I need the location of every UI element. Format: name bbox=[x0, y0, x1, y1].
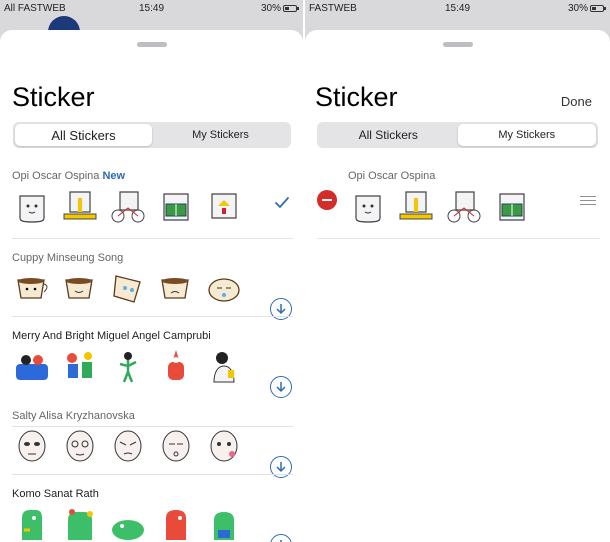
tab-all-stickers[interactable]: All Stickers bbox=[15, 124, 152, 146]
page-title: Sticker bbox=[315, 82, 398, 112]
sticker-komo-5[interactable] bbox=[204, 504, 244, 542]
sticker-row bbox=[12, 186, 244, 226]
new-badge: New bbox=[102, 170, 126, 182]
download-circle-icon[interactable] bbox=[270, 376, 292, 398]
sticker-cuppy-happy[interactable] bbox=[12, 268, 52, 308]
sticker-merry-hug[interactable] bbox=[12, 346, 52, 386]
sticker-merry-woman[interactable] bbox=[204, 346, 244, 386]
battery-icon bbox=[590, 5, 606, 12]
pack-name: Opi Oscar Ospina bbox=[12, 170, 100, 182]
pack-title: Komo Sanat Rath bbox=[12, 488, 99, 500]
sticker-cuppy-tired[interactable] bbox=[204, 268, 244, 308]
divider bbox=[317, 238, 600, 239]
battery-indicator: 30% bbox=[260, 3, 299, 14]
divider bbox=[12, 316, 293, 317]
sticker-row bbox=[12, 426, 244, 466]
sticker-row bbox=[348, 186, 532, 226]
page-title: Sticker bbox=[12, 82, 95, 112]
sticker-row bbox=[12, 504, 244, 542]
sticker-opi-cup[interactable] bbox=[12, 186, 52, 226]
sticker-merry-dance[interactable] bbox=[108, 346, 148, 386]
checkmark-icon[interactable] bbox=[273, 194, 291, 212]
divider bbox=[12, 474, 293, 475]
sticker-cuppy-smile[interactable] bbox=[60, 268, 100, 308]
pack-title: Cuppy Minseung Song bbox=[12, 252, 124, 264]
sticker-row bbox=[12, 346, 244, 386]
sticker-salty-5[interactable] bbox=[204, 426, 244, 466]
status-bar: FASTWEB 15:49 30% bbox=[305, 0, 610, 18]
sticker-salty-1[interactable] bbox=[12, 426, 52, 466]
right-screen: FASTWEB 15:49 30% Sticker Done All Stick… bbox=[305, 0, 610, 542]
sheet-grabber[interactable] bbox=[442, 42, 473, 47]
done-button[interactable]: Done bbox=[561, 94, 592, 109]
clock: 15:49 bbox=[138, 3, 165, 14]
sticker-salty-2[interactable] bbox=[60, 426, 100, 466]
battery-icon bbox=[283, 5, 299, 12]
tab-my-stickers[interactable]: My Stickers bbox=[457, 124, 596, 146]
pack-title: Opi Oscar Ospina New bbox=[12, 170, 125, 182]
sticker-opi-book[interactable] bbox=[492, 186, 532, 226]
sticker-salty-3[interactable] bbox=[108, 426, 148, 466]
pack-title: Salty Alisa Kryzhanovska bbox=[12, 410, 135, 422]
battery-indicator: 30% bbox=[567, 3, 606, 14]
sticker-merry-red[interactable] bbox=[156, 346, 196, 386]
sticker-komo-3[interactable] bbox=[108, 504, 148, 542]
tab-my-stickers[interactable]: My Stickers bbox=[152, 124, 289, 146]
sheet-grabber[interactable] bbox=[136, 42, 167, 47]
sticker-sheet: Sticker Done All Stickers My Stickers Op… bbox=[305, 30, 610, 542]
sticker-opi-bike[interactable] bbox=[108, 186, 148, 226]
left-screen: All FASTWEB 15:49 30% Sticker All Sticke… bbox=[0, 0, 303, 542]
status-bar: All FASTWEB 15:49 30% bbox=[0, 0, 303, 18]
battery-percent: 30% bbox=[260, 3, 281, 14]
sticker-opi-book[interactable] bbox=[156, 186, 196, 226]
sticker-opi-cake[interactable] bbox=[204, 186, 244, 226]
sticker-row bbox=[12, 268, 244, 308]
sticker-salty-4[interactable] bbox=[156, 426, 196, 466]
sticker-cuppy-sad[interactable] bbox=[156, 268, 196, 308]
sticker-komo-4[interactable] bbox=[156, 504, 196, 542]
sticker-merry-party[interactable] bbox=[60, 346, 100, 386]
tab-all-stickers[interactable]: All Stickers bbox=[319, 124, 458, 146]
segmented-control: All Stickers My Stickers bbox=[13, 122, 291, 148]
segmented-control: All Stickers My Stickers bbox=[317, 122, 598, 148]
sticker-komo-2[interactable] bbox=[60, 504, 100, 542]
remove-circle-icon[interactable] bbox=[317, 190, 337, 210]
sticker-opi-tray[interactable] bbox=[396, 186, 436, 226]
divider bbox=[12, 238, 293, 239]
reorder-handle-icon[interactable] bbox=[580, 196, 596, 206]
pack-title: Merry And Bright Miguel Angel Camprubi bbox=[12, 330, 211, 342]
sticker-sheet: Sticker All Stickers My Stickers Opi Osc… bbox=[0, 30, 303, 542]
sticker-cuppy-crying[interactable] bbox=[108, 268, 148, 308]
sticker-opi-cup[interactable] bbox=[348, 186, 388, 226]
sticker-komo-1[interactable] bbox=[12, 504, 52, 542]
clock: 15:49 bbox=[444, 3, 471, 14]
download-circle-icon[interactable] bbox=[270, 534, 292, 542]
sticker-opi-bike[interactable] bbox=[444, 186, 484, 226]
battery-percent: 30% bbox=[567, 3, 588, 14]
pack-title: Opi Oscar Ospina bbox=[348, 170, 436, 182]
sticker-opi-tray[interactable] bbox=[60, 186, 100, 226]
